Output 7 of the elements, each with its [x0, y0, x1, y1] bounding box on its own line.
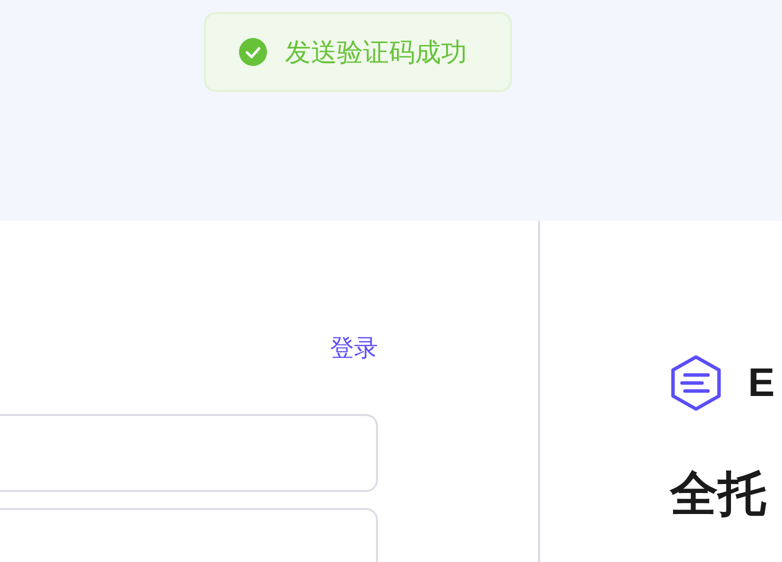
- hexagon-logo-icon: [670, 355, 722, 411]
- check-circle-icon: [239, 38, 267, 66]
- toast-text: 发送验证码成功: [285, 36, 467, 68]
- login-link[interactable]: 登录: [330, 333, 378, 365]
- brand-name: E: [748, 360, 775, 406]
- input-field[interactable]: [0, 414, 378, 492]
- page-heading: 全托: [670, 469, 768, 522]
